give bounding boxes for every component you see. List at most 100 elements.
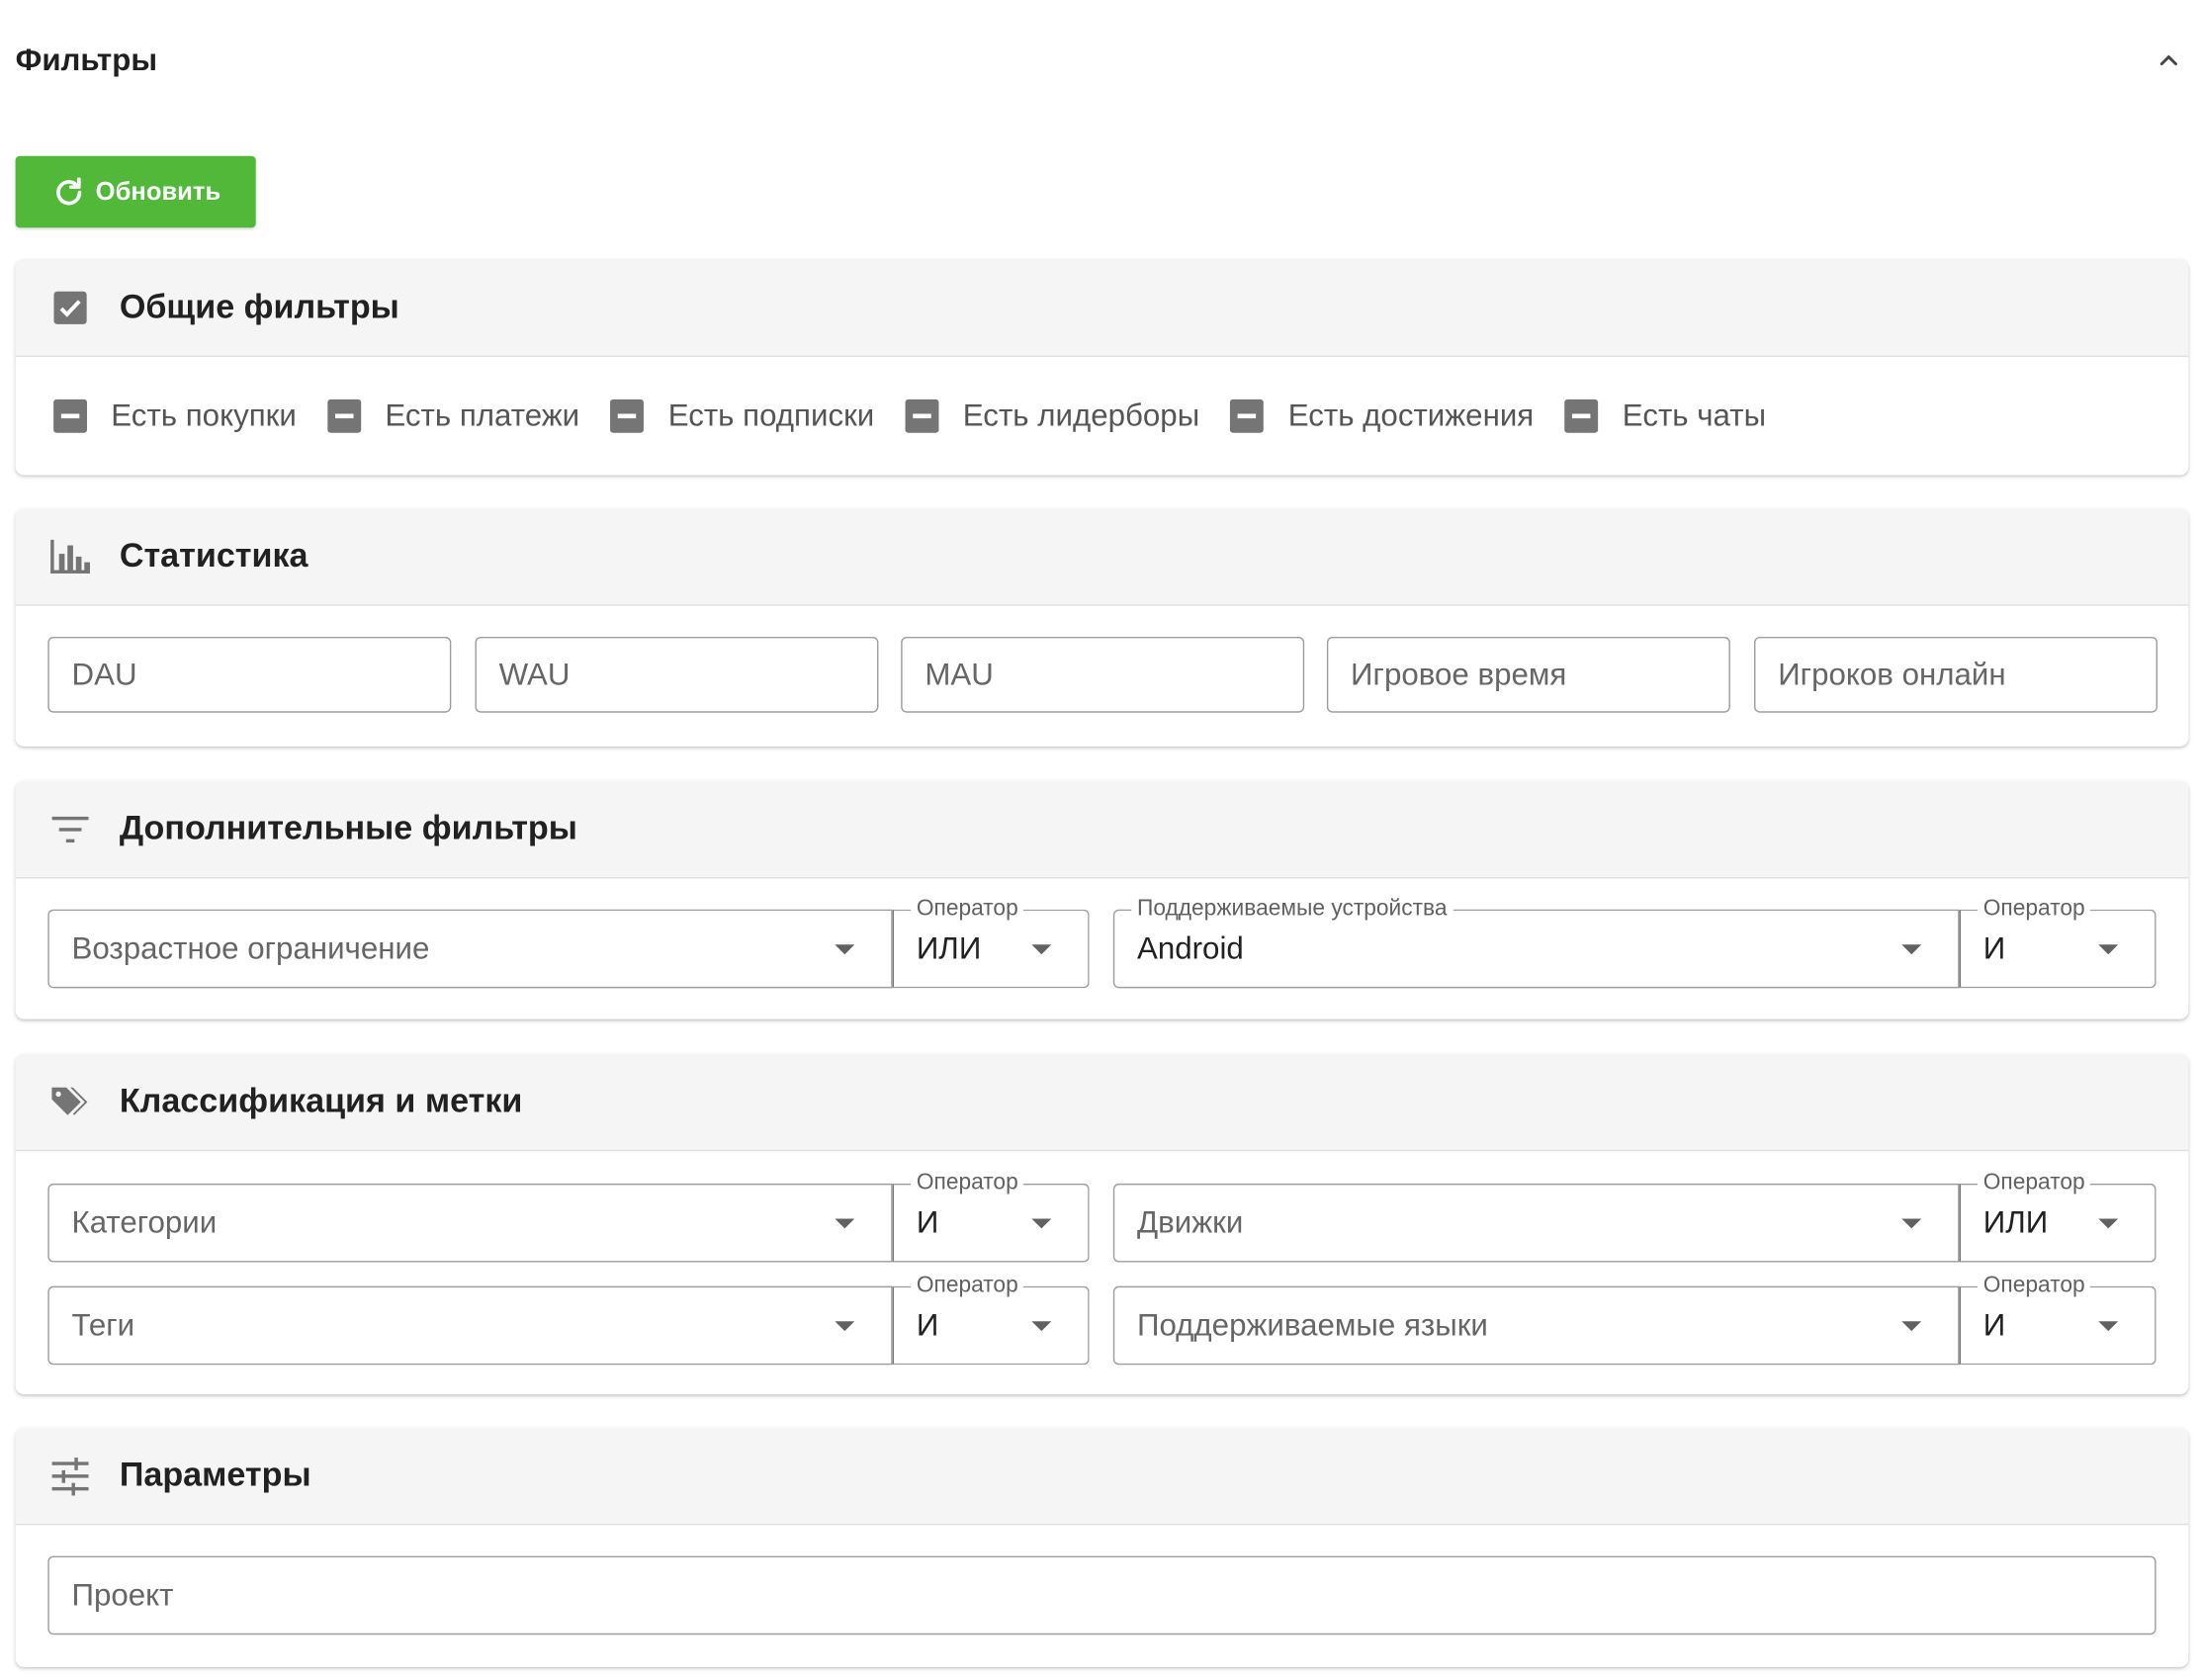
- additional-filters-header[interactable]: Дополнительные фильтры: [15, 781, 2189, 879]
- bar-chart-icon: [49, 536, 92, 578]
- additional-filters-card: Дополнительные фильтры Возрастное ограни…: [15, 781, 2189, 1019]
- age-operator-select[interactable]: Оператор ИЛИ: [892, 895, 1090, 989]
- check-has-achievements[interactable]: Есть достижения: [1229, 398, 1534, 434]
- operator-label: Оператор: [911, 1169, 1024, 1198]
- classification-title: Классификация и метки: [119, 1082, 523, 1120]
- play-time-input[interactable]: Игровое время: [1326, 636, 1730, 713]
- tags-combo: Теги Оператор И: [47, 1272, 1090, 1366]
- checkbox-indeterminate-icon: [1564, 398, 1599, 433]
- age-limit-combo: Возрастное ограничение Оператор ИЛИ: [47, 895, 1090, 989]
- operator-label: Оператор: [911, 895, 1024, 924]
- checkbox-indeterminate-icon: [905, 398, 939, 433]
- dropdown-arrow-icon: [1901, 944, 1922, 955]
- players-online-input[interactable]: Игроков онлайн: [1754, 636, 2158, 713]
- dropdown-arrow-icon: [835, 1218, 855, 1229]
- checkbox-indeterminate-icon: [53, 398, 88, 433]
- dropdown-arrow-icon: [2098, 1218, 2119, 1229]
- languages-operator-select[interactable]: Оператор И: [1959, 1272, 2157, 1366]
- check-label: Есть лидерборы: [962, 398, 1200, 433]
- operator-label: Оператор: [1978, 895, 2091, 924]
- operator-label: Оператор: [911, 1272, 1024, 1300]
- checkbox-checked-icon: [49, 287, 92, 329]
- collapse-button[interactable]: [2148, 40, 2190, 82]
- check-label: Есть платежи: [385, 398, 580, 433]
- categories-combo: Категории Оператор И: [47, 1169, 1090, 1263]
- age-limit-select[interactable]: Возрастное ограничение: [47, 909, 893, 989]
- check-has-subscriptions[interactable]: Есть подписки: [609, 398, 874, 434]
- devices-label: Поддерживаемые устройства: [1131, 895, 1453, 924]
- age-limit-placeholder: Возрастное ограничение: [71, 930, 430, 966]
- operator-value: ИЛИ: [1982, 1204, 2049, 1240]
- categories-operator-select[interactable]: Оператор И: [892, 1169, 1090, 1263]
- devices-operator-select[interactable]: Оператор И: [1959, 895, 2157, 989]
- dropdown-arrow-icon: [1901, 1321, 1922, 1332]
- engines-operator-select[interactable]: Оператор ИЛИ: [1959, 1169, 2157, 1263]
- refresh-button-label: Обновить: [95, 177, 221, 206]
- languages-select[interactable]: Поддерживаемые языки: [1112, 1285, 1960, 1366]
- engines-placeholder: Движки: [1136, 1204, 1244, 1240]
- parameters-title: Параметры: [119, 1456, 311, 1495]
- engines-combo: Движки Оператор ИЛИ: [1112, 1169, 2157, 1263]
- filters-header: Фильтры: [16, 36, 2190, 86]
- parameters-card: Параметры Проект: [15, 1428, 2189, 1667]
- tags-operator-select[interactable]: Оператор И: [892, 1272, 1090, 1366]
- general-filters-checks: Есть покупки Есть платежи Есть подписки …: [16, 357, 2189, 475]
- parameters-header[interactable]: Параметры: [15, 1428, 2189, 1526]
- devices-select[interactable]: Поддерживаемые устройства Android: [1112, 895, 1960, 989]
- refresh-button[interactable]: Обновить: [15, 155, 256, 228]
- check-label: Есть покупки: [111, 398, 297, 433]
- wau-input[interactable]: WAU: [475, 636, 879, 713]
- dau-input[interactable]: DAU: [47, 636, 452, 713]
- languages-combo: Поддерживаемые языки Оператор И: [1112, 1272, 2157, 1366]
- dropdown-arrow-icon: [2098, 944, 2119, 955]
- check-label: Есть достижения: [1287, 398, 1535, 433]
- general-filters-header[interactable]: Общие фильтры: [15, 259, 2189, 358]
- checkbox-indeterminate-icon: [610, 398, 645, 433]
- checkbox-indeterminate-icon: [327, 398, 362, 433]
- check-label: Есть чаты: [1622, 398, 1767, 433]
- classification-card: Классификация и метки Категории Оператор…: [15, 1054, 2189, 1395]
- filter-list-icon: [49, 808, 92, 850]
- tags-icon: [49, 1081, 92, 1123]
- check-has-purchases[interactable]: Есть покупки: [52, 398, 297, 434]
- dropdown-arrow-icon: [1901, 1218, 1922, 1229]
- check-has-payments[interactable]: Есть платежи: [326, 398, 579, 434]
- categories-select[interactable]: Категории: [47, 1183, 893, 1263]
- statistics-header[interactable]: Статистика: [15, 508, 2189, 606]
- general-filters-card: Общие фильтры Есть покупки Есть платежи …: [15, 259, 2189, 476]
- project-input[interactable]: Проект: [47, 1555, 2157, 1636]
- additional-filters-title: Дополнительные фильтры: [119, 809, 577, 848]
- tags-select[interactable]: Теги: [47, 1285, 893, 1366]
- statistics-title: Статистика: [119, 537, 308, 575]
- checkbox-indeterminate-icon: [1230, 398, 1265, 433]
- statistics-card: Статистика DAU WAU MAU Игровое время Игр…: [15, 508, 2189, 747]
- page-title: Фильтры: [15, 42, 158, 78]
- dropdown-arrow-icon: [1031, 944, 1052, 955]
- check-has-leaderboards[interactable]: Есть лидерборы: [904, 398, 1199, 434]
- operator-value: И: [1982, 930, 2006, 966]
- categories-placeholder: Категории: [71, 1204, 218, 1240]
- languages-placeholder: Поддерживаемые языки: [1136, 1306, 1488, 1343]
- check-label: Есть подписки: [667, 398, 875, 433]
- dropdown-arrow-icon: [2098, 1321, 2119, 1332]
- chevron-up-icon: [2159, 54, 2177, 66]
- general-filters-title: Общие фильтры: [119, 288, 399, 326]
- devices-value: Android: [1136, 930, 1244, 966]
- dropdown-arrow-icon: [1031, 1218, 1052, 1229]
- mau-input[interactable]: MAU: [901, 636, 1305, 713]
- dropdown-arrow-icon: [1031, 1321, 1052, 1332]
- tune-icon: [49, 1455, 92, 1497]
- operator-label: Оператор: [1978, 1169, 2091, 1198]
- engines-select[interactable]: Движки: [1112, 1183, 1960, 1263]
- operator-value: ИЛИ: [916, 930, 982, 966]
- dropdown-arrow-icon: [835, 1321, 855, 1332]
- devices-combo: Поддерживаемые устройства Android Операт…: [1112, 895, 2157, 989]
- tags-placeholder: Теги: [71, 1306, 135, 1343]
- dropdown-arrow-icon: [835, 944, 855, 955]
- operator-value: И: [1982, 1306, 2006, 1343]
- classification-header[interactable]: Классификация и метки: [15, 1054, 2189, 1152]
- refresh-icon: [56, 176, 82, 205]
- check-has-chats[interactable]: Есть чаты: [1563, 398, 1766, 434]
- operator-value: И: [916, 1204, 939, 1240]
- operator-value: И: [916, 1306, 939, 1343]
